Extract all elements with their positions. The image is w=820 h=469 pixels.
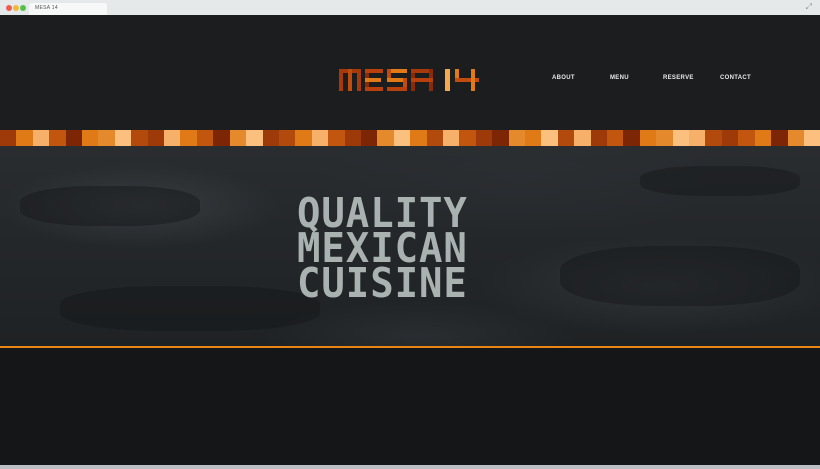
strip-block bbox=[49, 130, 66, 146]
strip-block bbox=[360, 130, 378, 146]
maximize-window-icon[interactable] bbox=[20, 5, 26, 11]
strip-block bbox=[525, 130, 542, 146]
strip-block bbox=[557, 130, 575, 146]
strip-block bbox=[607, 130, 624, 146]
strip-block bbox=[459, 130, 476, 146]
browser-tab[interactable]: MESA 14 bbox=[29, 3, 107, 15]
close-window-icon[interactable] bbox=[6, 5, 12, 11]
strip-block bbox=[196, 130, 214, 146]
main-nav: ABOUT MENU RESERVE CONTACT bbox=[0, 75, 820, 87]
strip-block bbox=[98, 130, 115, 146]
strip-block bbox=[114, 130, 132, 146]
strip-block bbox=[32, 130, 50, 146]
strip-block bbox=[672, 130, 690, 146]
strip-block bbox=[590, 130, 608, 146]
strip-block bbox=[574, 130, 591, 146]
hero-rock-texture bbox=[560, 246, 800, 306]
site-header: ABOUT MENU RESERVE CONTACT bbox=[0, 15, 820, 131]
strip-block bbox=[639, 130, 657, 146]
strip-block bbox=[475, 130, 493, 146]
strip-block bbox=[656, 130, 673, 146]
hero-banner: QUALITY MEXICAN CUISINE bbox=[0, 146, 820, 346]
hero-rock-texture bbox=[640, 166, 800, 196]
strip-block bbox=[393, 130, 411, 146]
strip-block bbox=[426, 130, 443, 146]
strip-block bbox=[164, 130, 181, 146]
browser-chrome: MESA 14 ⤢ bbox=[0, 0, 820, 15]
strip-block bbox=[492, 130, 509, 146]
strip-block bbox=[262, 130, 279, 146]
strip-block bbox=[328, 130, 345, 146]
nav-contact-link[interactable]: CONTACT bbox=[720, 75, 751, 81]
strip-block bbox=[689, 130, 706, 146]
strip-block bbox=[16, 130, 33, 146]
strip-block bbox=[754, 130, 772, 146]
strip-block bbox=[738, 130, 755, 146]
strip-block bbox=[180, 130, 197, 146]
strip-block bbox=[771, 130, 788, 146]
strip-block bbox=[0, 130, 17, 146]
strip-block bbox=[246, 130, 263, 146]
strip-block bbox=[721, 130, 739, 146]
strip-block bbox=[213, 130, 230, 146]
strip-block bbox=[278, 130, 296, 146]
strip-block bbox=[705, 130, 722, 146]
strip-block bbox=[410, 130, 427, 146]
strip-block bbox=[131, 130, 148, 146]
strip-block bbox=[344, 130, 361, 146]
hero-heading: QUALITY MEXICAN CUISINE bbox=[297, 193, 537, 307]
nav-reserve-link[interactable]: RESERVE bbox=[663, 75, 694, 81]
strip-block bbox=[295, 130, 312, 146]
strip-block bbox=[508, 130, 525, 146]
strip-block bbox=[82, 130, 99, 146]
nav-menu-link[interactable]: MENU bbox=[610, 75, 629, 81]
content-area bbox=[0, 348, 820, 465]
strip-block bbox=[442, 130, 460, 146]
hero-line-3: CUISINE bbox=[297, 259, 468, 307]
strip-block bbox=[311, 130, 329, 146]
strip-block bbox=[787, 130, 804, 146]
strip-block bbox=[541, 130, 558, 146]
decorative-color-strip bbox=[0, 130, 820, 146]
expand-icon[interactable]: ⤢ bbox=[806, 3, 812, 11]
browser-bottom-edge bbox=[0, 465, 820, 469]
strip-block bbox=[803, 130, 820, 146]
nav-about-link[interactable]: ABOUT bbox=[552, 75, 575, 81]
web-page: ABOUT MENU RESERVE CONTACT QUALITY MEXIC… bbox=[0, 15, 820, 465]
browser-window: MESA 14 ⤢ ABOUT MENU RESERVE CONTACT QUA… bbox=[0, 0, 820, 469]
minimize-window-icon[interactable] bbox=[13, 5, 19, 11]
browser-tab-label: MESA 14 bbox=[35, 5, 58, 11]
hero-rock-texture bbox=[60, 286, 320, 331]
strip-block bbox=[377, 130, 394, 146]
hero-rock-texture bbox=[20, 186, 200, 226]
strip-block bbox=[65, 130, 83, 146]
strip-block bbox=[147, 130, 165, 146]
strip-block bbox=[229, 130, 247, 146]
strip-block bbox=[623, 130, 640, 146]
